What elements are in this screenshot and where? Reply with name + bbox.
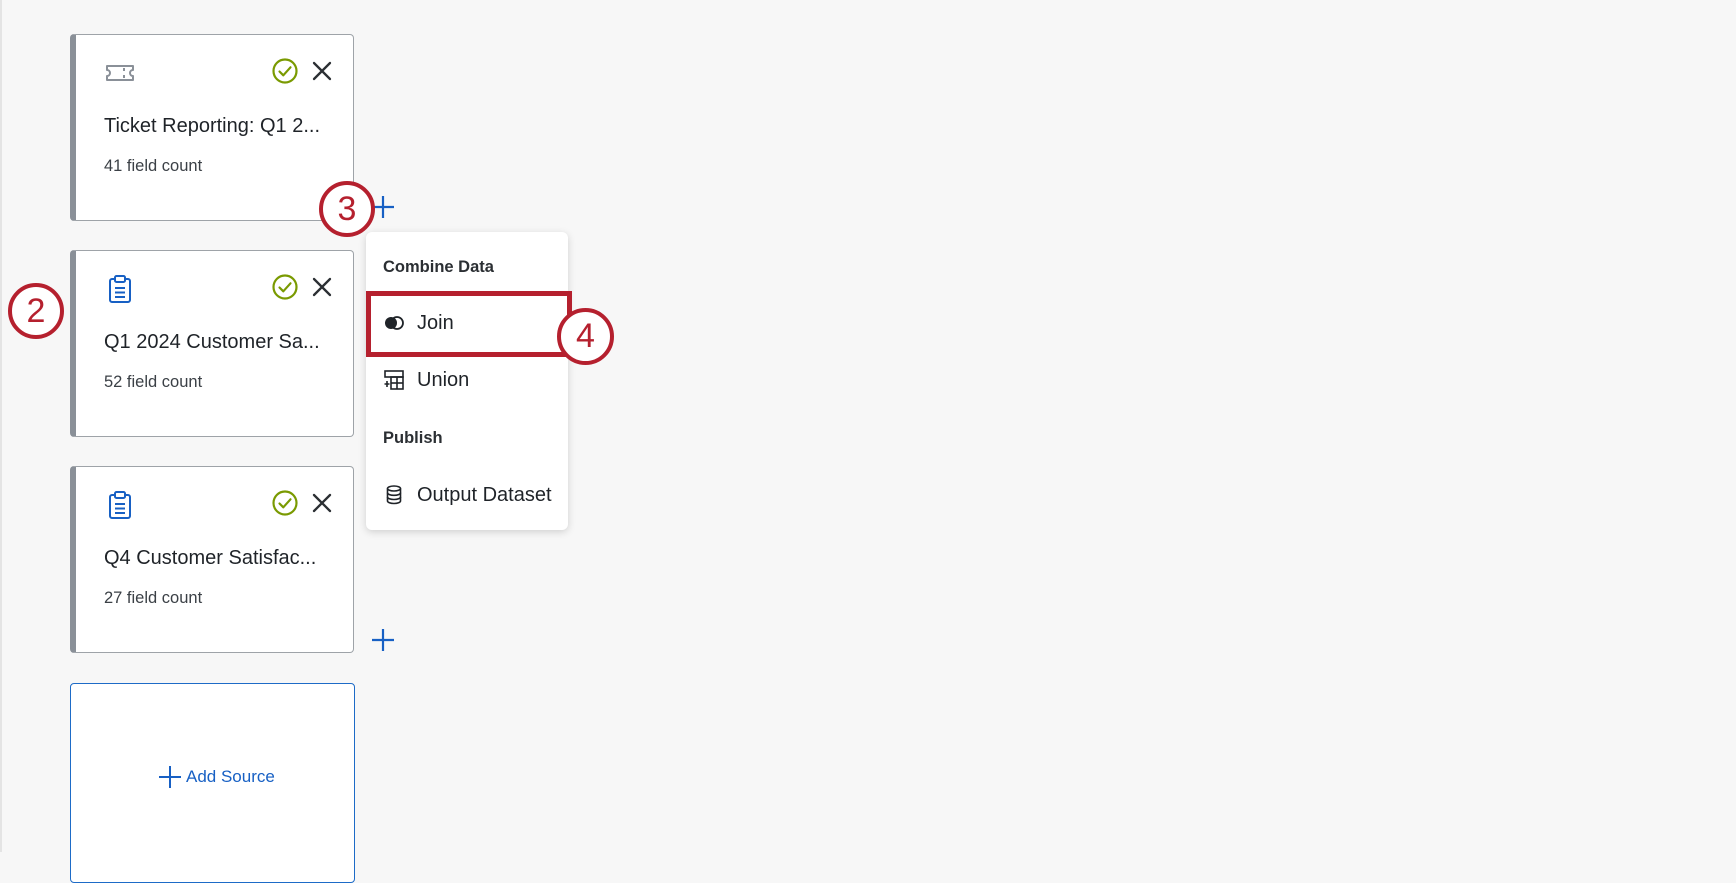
clipboard-icon [109,491,131,519]
source-title: Q4 Customer Satisfac... [104,547,317,569]
field-count: 52 field count [104,373,203,391]
close-icon[interactable] [309,490,335,516]
callout-3: 3 [319,181,375,237]
field-count: 41 field count [104,157,203,175]
field-count: 27 field count [104,589,203,607]
add-source-label: Add Source [186,767,275,786]
union-icon [383,369,405,391]
add-source-button[interactable]: Add Source [70,683,355,883]
close-icon[interactable] [309,58,335,84]
add-source-content: Add Source [157,764,275,790]
combine-data-heading: Combine Data [383,258,494,276]
close-icon[interactable] [309,274,335,300]
clipboard-icon [109,275,131,303]
data-canvas: Ticket Reporting: Q1 2... 41 field count… [0,0,1736,883]
database-icon [383,484,405,506]
source-card-q4-customer-satisfaction[interactable]: Q4 Customer Satisfac... 27 field count [70,466,354,653]
add-step-plus-icon[interactable] [369,626,397,654]
callout-2: 2 [8,283,64,339]
join-highlight-box [366,291,572,357]
source-title: Ticket Reporting: Q1 2... [104,115,321,137]
canvas-edge [0,0,2,852]
check-circle-icon [272,274,298,300]
source-card-ticket-reporting[interactable]: Ticket Reporting: Q1 2... 41 field count [70,34,354,221]
output-dataset-label: Output Dataset [417,483,552,506]
menu-item-union[interactable]: Union [366,360,568,400]
publish-heading: Publish [383,429,443,447]
union-label: Union [417,368,470,391]
check-circle-icon [272,490,298,516]
check-circle-icon [272,58,298,84]
plus-icon [159,766,181,788]
combine-data-menu: Combine Data Join Union Publish Output D… [366,232,568,530]
source-card-q1-customer-satisfaction[interactable]: Q1 2024 Customer Sa... 52 field count [70,250,354,437]
callout-4: 4 [557,308,614,365]
source-title: Q1 2024 Customer Sa... [104,331,320,353]
menu-item-output-dataset[interactable]: Output Dataset [366,475,568,515]
ticket-icon [106,65,134,81]
